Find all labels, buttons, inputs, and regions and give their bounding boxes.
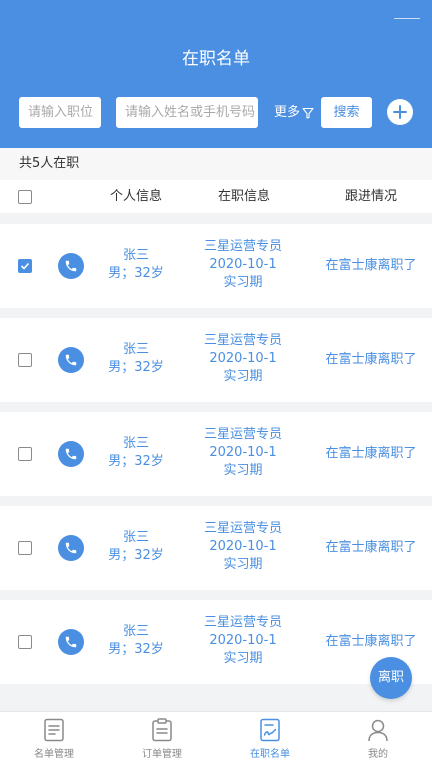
row-checkbox[interactable] [18, 635, 32, 649]
job-title: 三星运营专员 [203, 239, 282, 254]
row-checkbox[interactable] [18, 447, 32, 461]
tab-order-management[interactable]: 订单管理 [108, 712, 216, 768]
list-item[interactable]: 张三 男；32岁 三星运营专员 2020-10-1 实习期 在富士康离职了 [0, 318, 432, 402]
call-button[interactable] [58, 535, 84, 561]
add-button[interactable] [387, 99, 413, 125]
user-icon [368, 719, 388, 742]
tab-label: 在职名单 [250, 749, 290, 760]
name-phone-input[interactable]: 请输入姓名或手机号码 [116, 97, 258, 128]
list-item[interactable]: 张三 男；32岁 三星运营专员 2020-10-1 实习期 在富士康离职了 [0, 506, 432, 590]
status-indicator [394, 18, 420, 19]
job-stage: 实习期 [223, 557, 263, 572]
job-start-date: 2020-10-1 [209, 445, 277, 460]
signed-document-icon [260, 718, 280, 742]
column-follow-up: 跟进情况 [344, 189, 397, 204]
list-item[interactable]: 张三 男；32岁 三星运营专员 2020-10-1 实习期 在富士康离职了 [0, 600, 432, 684]
list-item[interactable]: 张三 男；32岁 三星运营专员 2020-10-1 实习期 在富士康离职了 [0, 224, 432, 308]
phone-icon [65, 542, 77, 554]
column-header: 个人信息 在职信息 跟进情况 [0, 180, 432, 213]
job-title: 三星运营专员 [203, 333, 282, 348]
list-item[interactable]: 张三 男；32岁 三星运营专员 2020-10-1 实习期 在富士康离职了 [0, 412, 432, 496]
job-stage: 实习期 [223, 275, 263, 290]
checkmark-icon [20, 262, 30, 270]
page-title: 在职名单 [182, 49, 250, 69]
phone-icon [65, 636, 77, 648]
more-filter-label: 更多 [274, 105, 301, 120]
follow-up-status: 在富士康离职了 [325, 352, 417, 367]
employee-name: 张三 [122, 342, 149, 357]
row-checkbox[interactable] [18, 541, 32, 555]
search-button[interactable]: 搜索 [321, 97, 372, 128]
tab-employed-list[interactable]: 在职名单 [216, 712, 324, 768]
tab-list-management[interactable]: 名单管理 [0, 712, 108, 768]
personal-info: 张三 男；32岁 [96, 529, 176, 565]
tab-label: 我的 [368, 749, 388, 760]
employee-gender-age: 男；32岁 [108, 548, 164, 563]
phone-icon [65, 354, 77, 366]
job-info: 三星运营专员 2020-10-1 实习期 [194, 426, 292, 480]
job-title: 三星运营专员 [203, 521, 282, 536]
column-job-info: 在职信息 [217, 189, 270, 204]
employee-gender-age: 男；32岁 [108, 642, 164, 657]
job-start-date: 2020-10-1 [209, 539, 277, 554]
document-list-icon [44, 718, 64, 742]
follow-up-status: 在富士康离职了 [325, 446, 417, 461]
tab-mine[interactable]: 我的 [324, 712, 432, 768]
call-button[interactable] [58, 253, 84, 279]
call-button[interactable] [58, 629, 84, 655]
follow-up-status: 在富士康离职了 [325, 540, 417, 555]
resign-button[interactable]: 离职 [370, 657, 412, 699]
employee-count: 共5人在职 [0, 148, 432, 180]
filter-icon [302, 107, 314, 119]
employee-name: 张三 [122, 624, 149, 639]
tab-label: 名单管理 [34, 749, 74, 760]
job-info: 三星运营专员 2020-10-1 实习期 [194, 614, 292, 668]
personal-info: 张三 男；32岁 [96, 341, 176, 377]
job-stage: 实习期 [223, 369, 263, 384]
employee-name: 张三 [122, 530, 149, 545]
personal-info: 张三 男；32岁 [96, 435, 176, 471]
job-title: 三星运营专员 [203, 427, 282, 442]
position-input[interactable]: 请输入职位 [19, 97, 101, 128]
phone-icon [65, 260, 77, 272]
job-stage: 实习期 [223, 651, 263, 666]
more-filter-button[interactable]: 更多 [274, 97, 314, 128]
employee-name: 张三 [122, 436, 149, 451]
row-checkbox[interactable] [18, 259, 32, 273]
call-button[interactable] [58, 441, 84, 467]
job-stage: 实习期 [223, 463, 263, 478]
header: 在职名单 请输入职位 请输入姓名或手机号码 更多 搜索 [0, 0, 432, 148]
personal-info: 张三 男；32岁 [96, 247, 176, 283]
job-title: 三星运营专员 [203, 615, 282, 630]
tab-label: 订单管理 [142, 749, 182, 760]
plus-icon [393, 105, 407, 119]
select-all-checkbox[interactable] [18, 190, 32, 204]
follow-up-status: 在富士康离职了 [325, 258, 417, 273]
employee-gender-age: 男；32岁 [108, 454, 164, 469]
employee-gender-age: 男；32岁 [108, 266, 164, 281]
employee-name: 张三 [122, 248, 149, 263]
column-personal-info: 个人信息 [109, 189, 162, 204]
job-info: 三星运营专员 2020-10-1 实习期 [194, 520, 292, 574]
bottom-tab-bar: 名单管理 订单管理 在职名单 我的 [0, 711, 432, 768]
personal-info: 张三 男；32岁 [96, 623, 176, 659]
row-checkbox[interactable] [18, 353, 32, 367]
job-start-date: 2020-10-1 [209, 351, 277, 366]
clipboard-icon [152, 718, 172, 742]
job-info: 三星运营专员 2020-10-1 实习期 [194, 332, 292, 386]
job-start-date: 2020-10-1 [209, 633, 277, 648]
employee-gender-age: 男；32岁 [108, 360, 164, 375]
job-info: 三星运营专员 2020-10-1 实习期 [194, 238, 292, 292]
phone-icon [65, 448, 77, 460]
employee-list: 张三 男；32岁 三星运营专员 2020-10-1 实习期 在富士康离职了 张三… [0, 224, 432, 694]
call-button[interactable] [58, 347, 84, 373]
job-start-date: 2020-10-1 [209, 257, 277, 272]
follow-up-status: 在富士康离职了 [325, 634, 417, 649]
